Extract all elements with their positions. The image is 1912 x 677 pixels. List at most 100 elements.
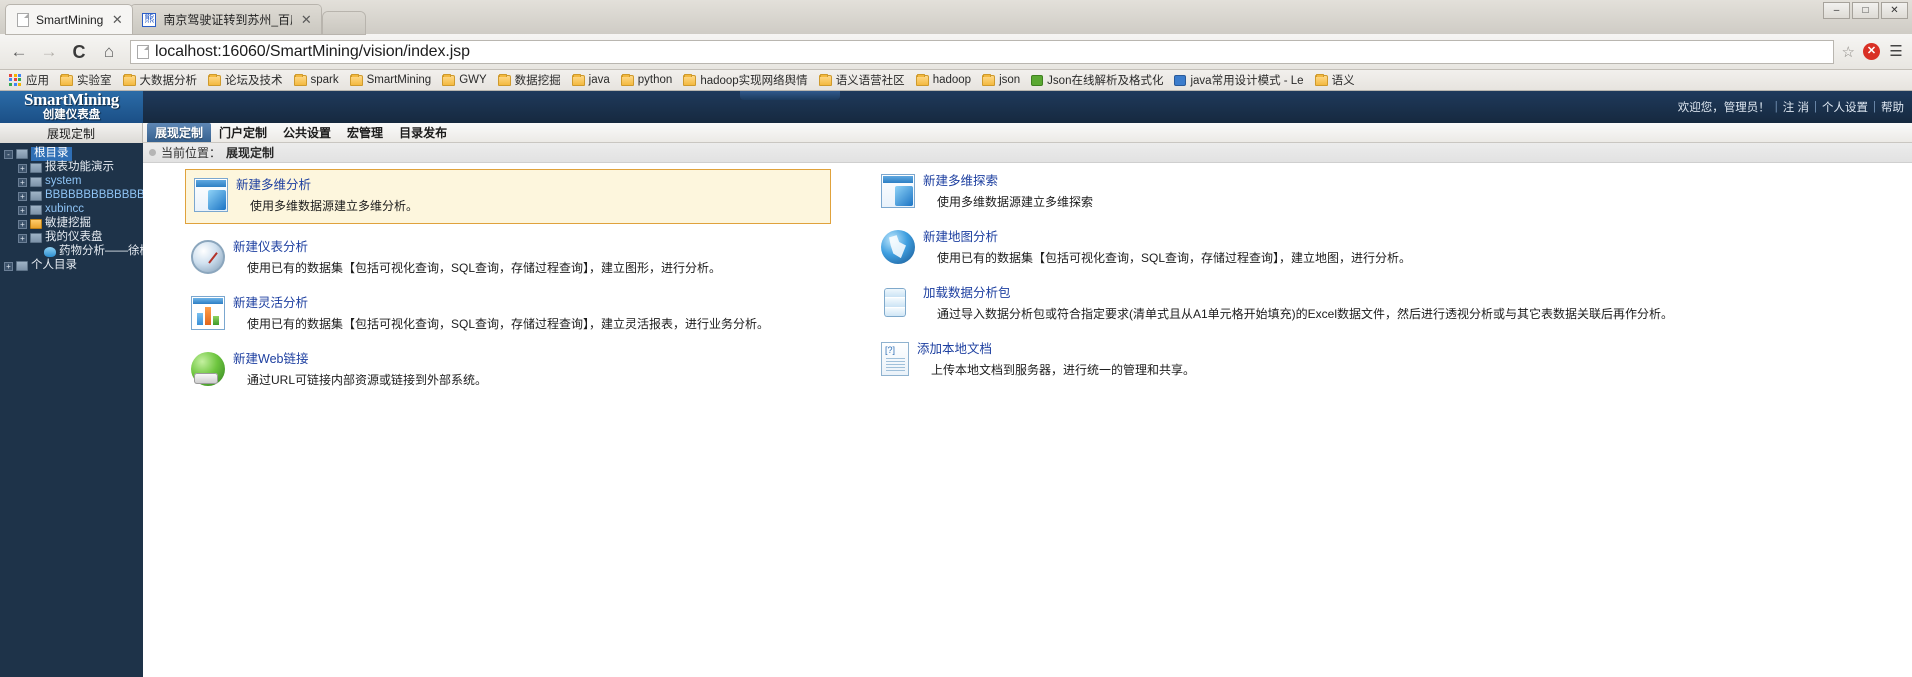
tree-node-xubincc[interactable]: + xubincc (0, 203, 143, 217)
expander-icon[interactable]: - (4, 149, 13, 159)
tab-display-customization[interactable]: 展现定制 (147, 123, 212, 142)
bookmark-item[interactable]: python (616, 73, 678, 87)
bookmark-item[interactable]: GWY (437, 73, 491, 87)
folder-icon (16, 261, 28, 271)
close-icon[interactable]: ✕ (299, 13, 313, 26)
bookmark-item[interactable]: spark (289, 73, 344, 87)
bookmark-label: 语义 (1331, 75, 1355, 87)
greeting-text: 欢迎您，管理员！ (1677, 102, 1770, 114)
header-user-links: 欢迎您，管理员！ | 注 消 | 个人设置 | 帮助 (143, 91, 1912, 123)
card-new-web-link[interactable]: 新建Web链接 通过URL可链接内部资源或链接到外部系统。 (185, 347, 843, 392)
tree-node-my-dashboard[interactable]: + 我的仪表盘 (0, 231, 143, 245)
cube-window-icon (194, 178, 228, 212)
bookmark-item[interactable]: 数据挖掘 (493, 71, 566, 89)
sidebar-title: 展现定制 (0, 123, 143, 143)
card-title[interactable]: 新建多维探索 (923, 174, 1093, 189)
close-window-button[interactable]: ✕ (1881, 2, 1908, 19)
card-body: 新建多维分析 使用多维数据源建立多维分析。 (236, 178, 418, 213)
card-title[interactable]: 新建Web链接 (233, 353, 487, 367)
card-new-multidim-analysis[interactable]: 新建多维分析 使用多维数据源建立多维分析。 (185, 169, 831, 225)
bookmark-apps[interactable]: 应用 (4, 71, 54, 89)
tree-node-system[interactable]: + system (0, 175, 143, 189)
bookmark-item[interactable]: java常用设计模式 - Le (1169, 71, 1308, 89)
bookmark-label: hadoop实现网络舆情 (700, 75, 808, 87)
card-description: 通过导入数据分析包或符合指定要求(清单式且从A1单元格开始填充)的Excel数据… (937, 307, 1674, 322)
tree-node-root[interactable]: - 根目录 (0, 147, 143, 161)
card-title[interactable]: 新建灵活分析 (233, 297, 769, 311)
expander-icon[interactable]: + (18, 205, 27, 215)
folder-icon (30, 191, 42, 201)
expander-icon[interactable]: + (4, 261, 13, 271)
address-bar[interactable]: localhost:16060/SmartMining/vision/index… (130, 39, 1834, 64)
card-load-data-analysis-package[interactable]: 加载数据分析包 通过导入数据分析包或符合指定要求(清单式且从A1单元格开始填充)… (875, 281, 1912, 326)
card-title[interactable]: 新建仪表分析 (233, 240, 721, 255)
card-new-multidim-exploration[interactable]: 新建多维探索 使用多维数据源建立多维探索 (875, 169, 1912, 214)
bookmark-item[interactable]: 语义语营社区 (814, 71, 910, 89)
card-title[interactable]: 添加本地文档 (917, 343, 1195, 357)
folder-icon (620, 73, 634, 86)
card-title[interactable]: 新建多维分析 (236, 178, 418, 193)
browser-menu-icon[interactable]: ☰ (1888, 44, 1904, 59)
expander-icon[interactable]: + (18, 233, 27, 243)
minimize-button[interactable]: – (1823, 2, 1850, 19)
bookmark-item[interactable]: 实验室 (55, 71, 117, 89)
help-link[interactable]: 帮助 (1881, 99, 1904, 115)
forward-icon[interactable]: → (38, 41, 60, 63)
expander-icon[interactable]: + (18, 191, 27, 201)
bookmark-item[interactable]: SmartMining (345, 73, 437, 87)
tree-node-bbbb[interactable]: + BBBBBBBBBBBBBBBB (0, 189, 143, 203)
folder-icon (982, 73, 996, 86)
tab-catalog-publish[interactable]: 目录发布 (391, 123, 455, 142)
bookmark-item[interactable]: hadoop实现网络舆情 (678, 71, 812, 89)
tree-node-label: BBBBBBBBBBBBBBBB (45, 189, 143, 202)
bookmark-star-icon[interactable]: ☆ (1842, 43, 1855, 61)
home-icon[interactable]: ⌂ (98, 41, 120, 63)
card-add-local-document[interactable]: 添加本地文档 上传本地文档到服务器，进行统一的管理和共享。 (875, 337, 1912, 382)
header-notch (740, 91, 840, 100)
card-new-map-analysis[interactable]: 新建地图分析 使用已有的数据集【包括可视化查询，SQL查询，存储过程查询】，建立… (875, 225, 1912, 270)
bookmark-label: 论坛及技术 (225, 75, 283, 87)
personal-settings-link[interactable]: 个人设置 (1822, 99, 1868, 115)
sidebar-tree: - 根目录 + 报表功能演示 + system + BBBBBBBBBBBBBB… (0, 143, 143, 677)
back-icon[interactable]: ← (8, 41, 30, 63)
bookmark-label: SmartMining (366, 74, 432, 86)
bookmark-item[interactable]: hadoop (911, 73, 976, 87)
separator: | (1873, 101, 1876, 113)
tab-public-settings[interactable]: 公共设置 (275, 123, 339, 142)
bookmark-item[interactable]: json (977, 73, 1025, 87)
bookmark-item[interactable]: Json在线解析及格式化 (1026, 71, 1168, 89)
browser-tab-baidu[interactable]: 熊 南京驾驶证转到苏州_百度搜 ✕ (131, 5, 322, 34)
tab-portal-customization[interactable]: 门户定制 (211, 123, 275, 142)
card-title[interactable]: 加载数据分析包 (923, 287, 1673, 301)
apps-grid-icon (9, 73, 22, 87)
expander-icon[interactable]: + (18, 177, 27, 187)
tree-node-drug-analysis[interactable]: 药物分析——徐彬 (0, 245, 143, 259)
card-new-flexible-analysis[interactable]: 新建灵活分析 使用已有的数据集【包括可视化查询，SQL查询，存储过程查询】，建立… (185, 291, 843, 336)
browser-tab-smartmining[interactable]: SmartMining ✕ (6, 5, 133, 34)
bookmark-item[interactable]: java (567, 73, 615, 87)
close-icon[interactable]: ✕ (110, 13, 124, 26)
expander-icon[interactable]: + (18, 219, 27, 229)
bookmark-label: json (999, 74, 1021, 86)
expander-icon (32, 248, 41, 257)
logout-link[interactable]: 注 消 (1783, 99, 1809, 115)
tab-macro-management[interactable]: 宏管理 (339, 123, 391, 142)
breadcrumb: 当前位置： 展现定制 (143, 143, 1912, 163)
card-new-gauge-analysis[interactable]: 新建仪表分析 使用已有的数据集【包括可视化查询，SQL查询，存储过程查询】，建立… (185, 235, 843, 280)
new-tab-button[interactable] (323, 12, 366, 34)
extension-icon[interactable]: ✕ (1863, 43, 1880, 60)
bookmark-item[interactable]: 论坛及技术 (203, 71, 288, 89)
folder-icon (30, 177, 42, 187)
bookmark-item[interactable]: 大数据分析 (118, 71, 203, 89)
bookmark-label: Json在线解析及格式化 (1047, 75, 1164, 87)
expander-icon[interactable]: + (18, 163, 27, 173)
maximize-button[interactable]: □ (1852, 2, 1879, 19)
folder-icon (442, 73, 456, 86)
tree-node-report-demo[interactable]: + 报表功能演示 (0, 161, 143, 175)
tree-node-personal-directory[interactable]: + 个人目录 (0, 259, 143, 273)
bookmark-item[interactable]: 语义 (1310, 71, 1360, 89)
app-tabs: 展现定制 门户定制 公共设置 宏管理 目录发布 (143, 123, 1912, 143)
card-title[interactable]: 新建地图分析 (923, 230, 1411, 245)
tree-node-agile-mining[interactable]: + 敏捷挖掘 (0, 217, 143, 231)
reload-icon[interactable]: C (68, 41, 90, 63)
